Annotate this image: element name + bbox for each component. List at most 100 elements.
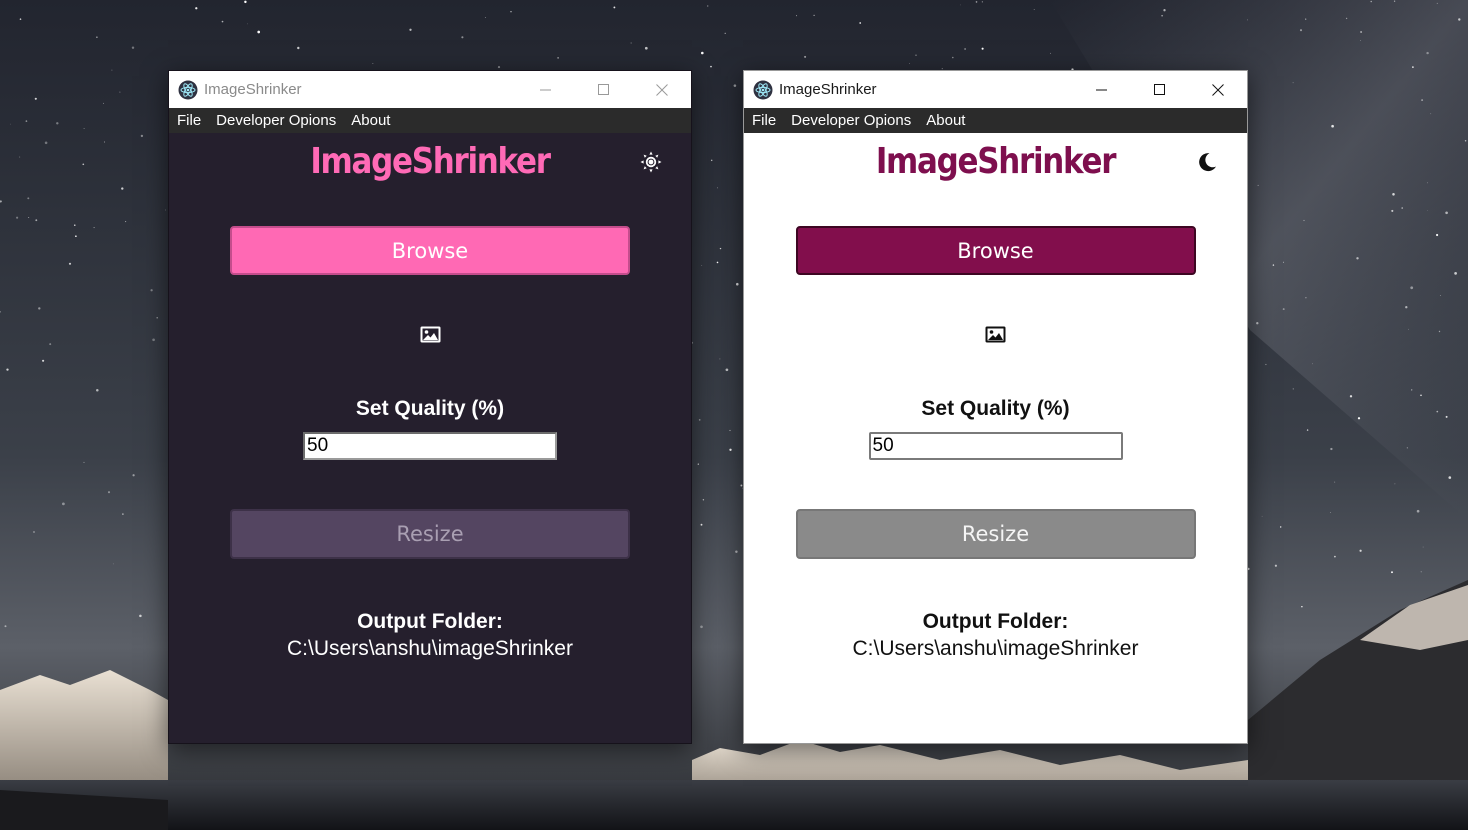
menu-file[interactable]: File bbox=[747, 112, 781, 129]
star bbox=[297, 46, 300, 50]
maximize-icon[interactable] bbox=[1131, 71, 1189, 108]
output-folder-path: C:\Users\anshu\imageShrinker bbox=[852, 637, 1139, 660]
star bbox=[1412, 66, 1414, 68]
window-controls bbox=[517, 71, 691, 108]
browse-button[interactable]: Browse bbox=[230, 226, 630, 275]
moon-icon[interactable] bbox=[1195, 150, 1219, 174]
browse-button[interactable]: Browse bbox=[795, 226, 1196, 275]
star bbox=[1050, 52, 1051, 54]
star bbox=[813, 14, 815, 17]
star bbox=[150, 289, 153, 292]
output-folder-label: Output Folder: bbox=[357, 610, 503, 633]
star bbox=[698, 419, 701, 421]
star bbox=[1436, 233, 1439, 237]
star bbox=[4, 625, 7, 628]
menu-about[interactable]: About bbox=[921, 112, 970, 129]
star bbox=[804, 55, 807, 58]
star bbox=[729, 448, 732, 451]
star bbox=[19, 18, 22, 20]
menu-file[interactable]: File bbox=[172, 112, 206, 129]
star bbox=[107, 491, 111, 494]
star bbox=[644, 46, 648, 50]
sun-icon[interactable] bbox=[639, 150, 663, 174]
maximize-icon[interactable] bbox=[575, 71, 633, 108]
resize-button[interactable]: Resize bbox=[795, 509, 1196, 559]
electron-logo-icon bbox=[178, 80, 198, 100]
star bbox=[35, 219, 38, 222]
star bbox=[152, 338, 155, 342]
star bbox=[510, 11, 512, 13]
close-icon[interactable] bbox=[1189, 71, 1247, 108]
star bbox=[96, 36, 98, 38]
star bbox=[1356, 257, 1359, 260]
star bbox=[1359, 549, 1362, 552]
star bbox=[1279, 526, 1282, 528]
star bbox=[1436, 410, 1439, 413]
star bbox=[244, 0, 247, 4]
star bbox=[1330, 512, 1331, 513]
star bbox=[122, 513, 124, 515]
star bbox=[960, 4, 962, 6]
star bbox=[697, 463, 699, 465]
star bbox=[42, 359, 45, 362]
star bbox=[951, 56, 954, 59]
star bbox=[1292, 82, 1294, 84]
star bbox=[1282, 308, 1285, 311]
star bbox=[125, 221, 127, 223]
resize-button[interactable]: Resize bbox=[230, 509, 630, 559]
star bbox=[735, 550, 738, 554]
minimize-icon[interactable] bbox=[1073, 71, 1131, 108]
minimize-icon[interactable] bbox=[517, 71, 575, 108]
star bbox=[1391, 209, 1394, 212]
title-bar[interactable]: ImageShrinker bbox=[744, 71, 1247, 108]
star bbox=[1257, 184, 1259, 186]
close-icon[interactable] bbox=[633, 71, 691, 108]
star bbox=[1401, 207, 1403, 209]
star bbox=[1246, 19, 1248, 21]
star bbox=[1357, 417, 1361, 420]
star bbox=[121, 187, 124, 190]
menu-developer-options[interactable]: Developer Opions bbox=[786, 112, 916, 129]
star bbox=[1349, 395, 1353, 398]
menu-developer-options[interactable]: Developer Opions bbox=[211, 112, 341, 129]
star bbox=[27, 197, 30, 200]
star bbox=[1301, 605, 1303, 608]
star bbox=[1282, 261, 1284, 263]
quality-input[interactable] bbox=[868, 432, 1123, 460]
menu-about[interactable]: About bbox=[346, 112, 395, 129]
star bbox=[1448, 476, 1452, 479]
star bbox=[372, 63, 374, 64]
star bbox=[68, 262, 72, 265]
star bbox=[25, 120, 28, 122]
star bbox=[1391, 571, 1393, 574]
star bbox=[103, 102, 104, 104]
app-heading: ImageShrinker bbox=[875, 141, 1117, 182]
star bbox=[1405, 306, 1408, 309]
star bbox=[724, 32, 726, 34]
star bbox=[915, 54, 917, 57]
star bbox=[725, 368, 729, 372]
star bbox=[701, 51, 704, 55]
star bbox=[859, 22, 862, 24]
star bbox=[461, 36, 464, 39]
star bbox=[409, 28, 412, 31]
star bbox=[1330, 447, 1333, 451]
star bbox=[93, 227, 95, 229]
star bbox=[717, 187, 718, 189]
star bbox=[1306, 429, 1309, 431]
star bbox=[140, 134, 144, 138]
title-bar[interactable]: ImageShrinker bbox=[169, 71, 691, 108]
star bbox=[156, 316, 158, 319]
star bbox=[796, 15, 798, 17]
star bbox=[497, 66, 501, 69]
star bbox=[736, 282, 739, 286]
star bbox=[1420, 394, 1422, 397]
star bbox=[484, 17, 486, 18]
star bbox=[1420, 571, 1422, 573]
star bbox=[82, 163, 85, 166]
star bbox=[1261, 515, 1263, 517]
star bbox=[1426, 182, 1428, 184]
quality-input[interactable] bbox=[303, 432, 557, 460]
output-folder-label: Output Folder: bbox=[922, 610, 1069, 633]
star bbox=[195, 7, 198, 10]
